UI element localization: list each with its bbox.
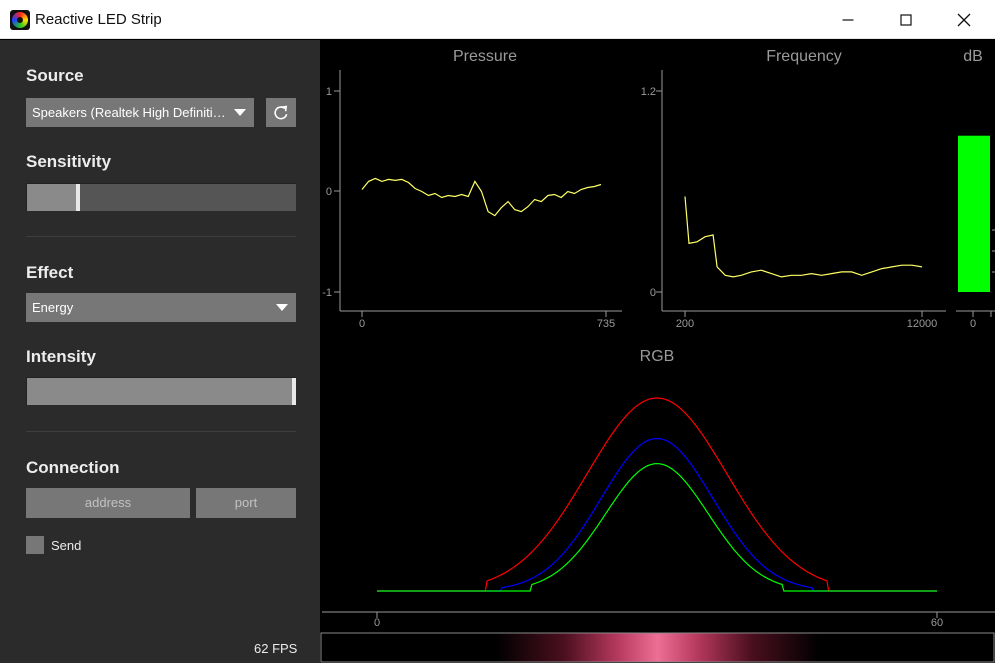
minimize-button[interactable] xyxy=(819,0,877,39)
effect-select[interactable]: Energy xyxy=(26,293,296,322)
source-heading: Source xyxy=(26,66,84,85)
send-checkbox[interactable] xyxy=(26,536,44,554)
effect-value: Energy xyxy=(32,300,74,315)
frequency-x-tick-label: 12000 xyxy=(907,318,938,330)
rgb-blue-series-line xyxy=(377,437,937,592)
sensitivity-heading: Sensitivity xyxy=(26,152,112,171)
frequency-series-line xyxy=(684,196,923,278)
chevron-down-icon xyxy=(234,109,246,116)
chevron-down-icon xyxy=(276,304,288,311)
window-title: Reactive LED Strip xyxy=(35,11,162,28)
pressure-x-tick-label: 0 xyxy=(359,318,365,330)
source-device-value: Speakers (Realtek High Definition Audio) xyxy=(32,105,254,120)
refresh-icon xyxy=(274,105,288,119)
section-divider xyxy=(26,431,296,432)
rgb-x-tick-label: 0 xyxy=(374,617,380,629)
rgb-title: RGB xyxy=(640,348,675,365)
title-bar[interactable]: Reactive LED Strip xyxy=(0,0,995,39)
db-x-tick-label: 0 xyxy=(970,318,976,330)
plots-canvas: Pressure 1 0 -1 0 735 Frequency 1.2 0 20 xyxy=(320,48,995,663)
address-field[interactable]: address xyxy=(26,488,190,518)
app-window: Reactive LED Strip Source Speakers (Real… xyxy=(0,0,995,663)
close-button[interactable] xyxy=(935,0,993,39)
sensitivity-slider-fill xyxy=(27,184,78,211)
sidebar: Source Speakers (Realtek High Definition… xyxy=(0,40,320,663)
frequency-x-tick-label: 200 xyxy=(676,318,694,330)
connection-heading: Connection xyxy=(26,458,120,477)
intensity-heading: Intensity xyxy=(26,347,96,366)
pressure-series-line xyxy=(361,177,602,217)
frequency-title: Frequency xyxy=(766,48,842,65)
rgb-red-series-line xyxy=(377,397,937,592)
pressure-title: Pressure xyxy=(453,48,517,65)
fps-counter: 62 FPS xyxy=(254,641,298,656)
sensitivity-slider[interactable] xyxy=(26,183,296,211)
pressure-x-tick-label: 735 xyxy=(597,318,615,330)
frequency-y-tick-label: 0 xyxy=(650,287,656,299)
maximize-button[interactable] xyxy=(877,0,935,39)
close-icon xyxy=(957,13,971,26)
led-strip-preview xyxy=(320,632,995,663)
port-field[interactable]: port xyxy=(196,488,296,518)
frequency-y-tick-label: 1.2 xyxy=(641,86,656,98)
send-label: Send xyxy=(51,538,82,553)
rgb-green-series-line xyxy=(377,462,937,592)
intensity-slider[interactable] xyxy=(26,377,296,405)
db-level-bar xyxy=(958,135,990,292)
effect-heading: Effect xyxy=(26,263,74,282)
sensitivity-slider-handle[interactable] xyxy=(76,184,80,211)
section-divider xyxy=(26,236,296,237)
db-title: dB xyxy=(963,48,983,65)
pressure-y-tick-label: -1 xyxy=(322,287,332,299)
source-device-select[interactable]: Speakers (Realtek High Definition Audio) xyxy=(26,98,254,127)
rgb-x-tick-label: 60 xyxy=(931,617,943,629)
minimize-icon xyxy=(842,18,854,21)
pressure-y-tick-label: 1 xyxy=(326,86,332,98)
intensity-slider-fill xyxy=(27,378,294,405)
intensity-slider-handle[interactable] xyxy=(292,378,296,405)
refresh-button[interactable] xyxy=(266,98,296,127)
pressure-y-tick-label: 0 xyxy=(326,186,332,198)
plots-area: Pressure 1 0 -1 0 735 Frequency 1.2 0 20 xyxy=(320,40,995,663)
rgb-series-group xyxy=(377,397,937,592)
maximize-icon xyxy=(900,13,912,26)
app-logo-icon xyxy=(10,10,30,30)
